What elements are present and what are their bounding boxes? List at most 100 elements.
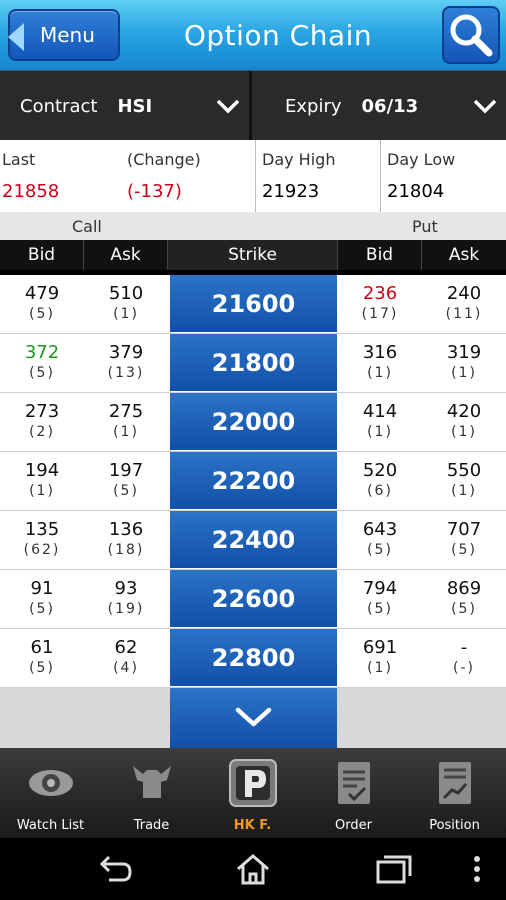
put-ask-cell: 707 (5) — [422, 511, 506, 570]
contract-label: Contract — [20, 95, 98, 117]
expiry-value: 06/13 — [361, 95, 419, 117]
strike-button[interactable]: 22000 — [170, 393, 337, 450]
put-ask-qty: (1) — [451, 365, 477, 381]
load-more-button[interactable] — [170, 688, 337, 748]
put-bid-cell: 691 (1) — [338, 629, 422, 688]
call-ask-price: 93 — [114, 578, 138, 599]
last-value: 21858 — [2, 181, 60, 202]
put-bid-qty: (17) — [361, 306, 399, 322]
put-ask-cell: 420 (1) — [422, 393, 506, 452]
nav-trade[interactable]: Trade — [101, 748, 202, 838]
put-ask-price: - — [460, 637, 468, 658]
nav-label: Watch List — [16, 818, 85, 833]
call-bid-price: 135 — [24, 519, 60, 540]
table-row[interactable]: 273 (2) 275 (1) 22000 414 (1) 420 (1) — [0, 393, 506, 452]
overflow-icon[interactable] — [462, 852, 492, 886]
day-low-label: Day Low — [387, 150, 456, 169]
call-bid-cell: 194 (1) — [0, 452, 84, 511]
put-ask-cell: 869 (5) — [422, 570, 506, 629]
call-ask-cell: 93 (19) — [84, 570, 168, 629]
nav-position[interactable]: Position — [404, 748, 505, 838]
call-bid-cell: 372 (5) — [0, 334, 84, 393]
put-bid-price: 316 — [362, 342, 398, 363]
strike-button[interactable]: 22600 — [170, 570, 337, 627]
put-bid-qty: (1) — [367, 424, 393, 440]
put-bid-price: 414 — [362, 401, 398, 422]
day-high-value: 21923 — [262, 181, 320, 202]
put-ask-header: Ask — [448, 245, 480, 265]
load-more-row — [0, 688, 506, 748]
call-ask-qty: (1) — [113, 424, 139, 440]
table-row[interactable]: 194 (1) 197 (5) 22200 520 (6) 550 (1) — [0, 452, 506, 511]
call-bid-qty: (1) — [29, 483, 55, 499]
put-ask-cell: - (-) — [422, 629, 506, 688]
table-row[interactable]: 135 (62) 136 (18) 22400 643 (5) 707 (5) — [0, 511, 506, 570]
call-bid-qty: (2) — [29, 424, 55, 440]
search-button[interactable] — [442, 6, 500, 64]
page-title: Option Chain — [183, 18, 373, 52]
table-row[interactable]: 372 (5) 379 (13) 21800 316 (1) 319 (1) — [0, 334, 506, 393]
call-ask-qty: (18) — [107, 542, 145, 558]
call-bid-cell: 61 (5) — [0, 629, 84, 688]
call-ask-price: 275 — [108, 401, 144, 422]
day-low-value: 21804 — [387, 181, 445, 202]
strike-button[interactable]: 21800 — [170, 334, 337, 391]
put-bid-cell: 520 (6) — [338, 452, 422, 511]
call-ask-cell: 136 (18) — [84, 511, 168, 570]
quote-summary: Last 21858 (Change) (-137) Day High 2192… — [0, 140, 506, 212]
nav-order[interactable]: Order — [303, 748, 404, 838]
call-ask-price: 379 — [108, 342, 144, 363]
put-ask-qty: (-) — [453, 660, 475, 676]
put-ask-price: 707 — [446, 519, 482, 540]
eye-icon — [28, 770, 73, 796]
call-ask-price: 62 — [114, 637, 138, 658]
strike-button[interactable]: 22800 — [170, 629, 337, 686]
search-icon — [450, 14, 493, 57]
call-bid-cell: 273 (2) — [0, 393, 84, 452]
call-ask-qty: (13) — [107, 365, 145, 381]
put-ask-price: 869 — [446, 578, 482, 599]
call-put-header: Call Put — [0, 212, 506, 240]
call-ask-cell: 275 (1) — [84, 393, 168, 452]
expiry-label: Expiry — [285, 95, 342, 117]
day-low-stat: Day Low 21804 — [380, 140, 506, 212]
back-icon[interactable] — [95, 852, 135, 886]
call-ask-cell: 197 (5) — [84, 452, 168, 511]
strike-button[interactable]: 22400 — [170, 511, 337, 568]
call-bid-price: 61 — [30, 637, 54, 658]
column-header: Bid Ask Strike Bid Ask — [0, 240, 506, 270]
put-bid-price: 794 — [362, 578, 398, 599]
expiry-dropdown[interactable]: Expiry 06/13 — [255, 71, 506, 141]
nav-hk-futures[interactable]: HK F. — [202, 748, 303, 838]
contract-dropdown[interactable]: Contract HSI — [0, 71, 252, 141]
table-row[interactable]: 61 (5) 62 (4) 22800 691 (1) - (-) — [0, 629, 506, 688]
home-icon[interactable] — [233, 852, 273, 886]
menu-button[interactable]: Menu — [8, 9, 120, 61]
put-ask-price: 319 — [446, 342, 482, 363]
chevron-down-icon — [473, 99, 497, 114]
strike-button[interactable]: 22200 — [170, 452, 337, 509]
bottom-nav: Watch List Trade HK F. Order Position — [0, 748, 506, 838]
put-ask-price: 420 — [446, 401, 482, 422]
strike-button[interactable]: 21600 — [170, 275, 337, 332]
nav-watch-list[interactable]: Watch List — [0, 748, 101, 838]
day-high-stat: Day High 21923 — [255, 140, 380, 212]
put-bid-qty: (5) — [367, 601, 393, 617]
p-logo-icon — [228, 759, 277, 807]
change-stat: (Change) (-137) — [125, 140, 255, 212]
option-chain-table: 479 (5) 510 (1) 21600 236 (17) 240 (11) 372(… — [0, 275, 506, 688]
nav-label: Trade — [133, 818, 170, 833]
put-bid-price: 691 — [362, 637, 398, 658]
table-row[interactable]: 479 (5) 510 (1) 21600 236 (17) 240 (11) — [0, 275, 506, 334]
put-ask-qty: (11) — [445, 306, 483, 322]
call-bid-price: 479 — [24, 283, 60, 304]
call-bid-price: 194 — [24, 460, 60, 481]
recents-icon[interactable] — [374, 852, 414, 886]
nav-label: Position — [429, 818, 480, 833]
put-ask-qty: (1) — [451, 424, 477, 440]
change-label: (Change) — [127, 150, 201, 169]
table-row[interactable]: 91 (5) 93 (19) 22600 794 (5) 869 (5) — [0, 570, 506, 629]
call-ask-qty: (4) — [113, 660, 139, 676]
call-ask-price: 136 — [108, 519, 144, 540]
app-header: Menu Option Chain — [0, 0, 506, 70]
